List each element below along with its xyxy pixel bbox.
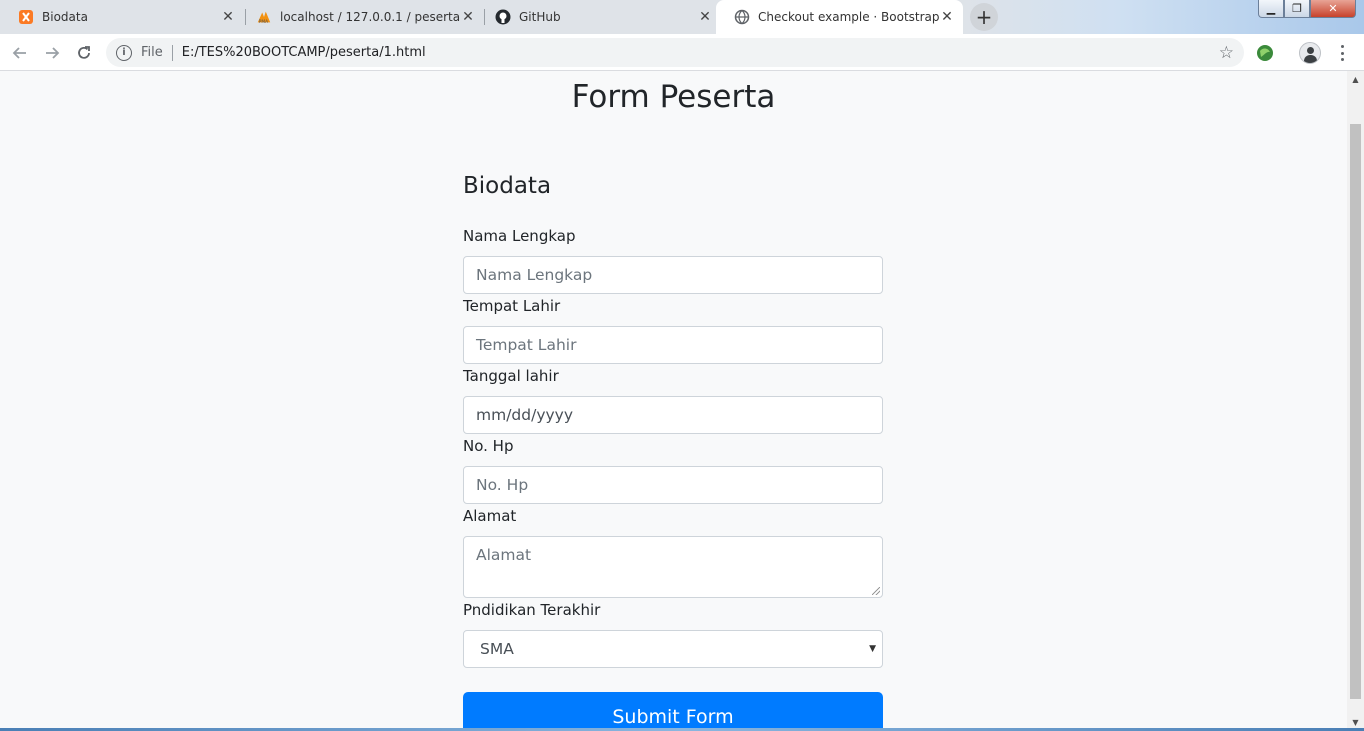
tanggal-date-input[interactable]: mm/dd/yyyy (463, 396, 883, 434)
hp-input[interactable]: No. Hp (463, 466, 883, 504)
page-viewport: Form Peserta Biodata Nama Lengkap Nama L… (0, 71, 1347, 731)
info-icon[interactable]: i (116, 44, 132, 61)
hp-label: No. Hp (463, 437, 514, 455)
tanggal-label: Tanggal lahir (463, 367, 559, 385)
pendidikan-selected: SMA (480, 640, 514, 658)
window-close-icon[interactable]: ✕ (1310, 0, 1356, 18)
tab-strip: Biodata ✕ PMA localhost / 127.0.0.1 / pe… (0, 0, 1364, 34)
menu-dots-icon[interactable] (1334, 43, 1350, 63)
pendidikan-select[interactable]: SMA ▼ (463, 630, 883, 668)
pendidikan-label: Pndidikan Terakhir (463, 601, 601, 619)
page-title: Form Peserta (571, 79, 776, 115)
alamat-placeholder: Alamat (476, 546, 532, 564)
scrollbar-thumb[interactable] (1350, 124, 1361, 699)
alamat-label: Alamat (463, 507, 517, 525)
bookmark-star-icon[interactable]: ☆ (1219, 43, 1234, 63)
globe-icon (734, 9, 750, 25)
window-controls: ▁ ❐ ✕ (1258, 0, 1356, 20)
github-icon (495, 9, 511, 25)
omnibox-separator (171, 44, 173, 61)
alamat-textarea[interactable]: Alamat (463, 536, 883, 598)
tab-title: Checkout example · Bootstrap (758, 10, 939, 24)
close-icon[interactable]: ✕ (220, 9, 236, 25)
nama-input[interactable]: Nama Lengkap (463, 256, 883, 294)
tempat-placeholder: Tempat Lahir (476, 336, 577, 354)
resize-handle-icon[interactable] (872, 587, 880, 595)
tab-title: GitHub (519, 10, 561, 24)
xampp-icon (18, 9, 34, 25)
url-text[interactable]: E:/TES%20BOOTCAMP/peserta/1.html (182, 45, 1219, 60)
hp-placeholder: No. Hp (476, 476, 529, 494)
submit-button[interactable]: Submit Form (463, 692, 883, 731)
close-icon[interactable]: ✕ (939, 9, 955, 25)
tab-title: Biodata (42, 10, 88, 24)
tab-phpmyadmin[interactable]: PMA localhost / 127.0.0.1 / peserta / b … (238, 0, 484, 34)
close-icon[interactable]: ✕ (697, 9, 713, 25)
forward-icon[interactable] (40, 41, 64, 65)
browser-toolbar: i File E:/TES%20BOOTCAMP/peserta/1.html … (0, 34, 1364, 71)
reload-icon[interactable] (72, 41, 96, 65)
tab-github[interactable]: GitHub ✕ (477, 0, 721, 34)
extension-icon[interactable] (1255, 43, 1275, 63)
tempat-input[interactable]: Tempat Lahir (463, 326, 883, 364)
restore-icon[interactable]: ❐ (1284, 0, 1310, 18)
section-title: Biodata (463, 173, 552, 199)
tab-title: localhost / 127.0.0.1 / peserta / b (280, 10, 460, 24)
minimize-icon[interactable]: ▁ (1258, 0, 1284, 18)
new-tab-button[interactable]: + (970, 3, 998, 31)
scroll-up-icon[interactable]: ▲ (1347, 71, 1364, 88)
dropdown-caret-icon: ▼ (869, 644, 876, 654)
svg-text:PMA: PMA (259, 19, 269, 25)
profile-avatar-icon[interactable] (1299, 42, 1321, 64)
tab-biodata[interactable]: Biodata ✕ (0, 0, 244, 34)
tempat-label: Tempat Lahir (463, 297, 561, 315)
nama-placeholder: Nama Lengkap (476, 266, 593, 284)
phpmyadmin-icon: PMA (256, 9, 272, 25)
tanggal-placeholder: mm/dd/yyyy (476, 406, 574, 424)
address-bar[interactable]: i File E:/TES%20BOOTCAMP/peserta/1.html … (106, 38, 1244, 67)
close-icon[interactable]: ✕ (460, 9, 476, 25)
nama-label: Nama Lengkap (463, 227, 576, 245)
vertical-scrollbar[interactable]: ▲ ▼ (1347, 71, 1364, 731)
tab-checkout[interactable]: Checkout example · Bootstrap ✕ (716, 0, 963, 34)
scheme-label: File (141, 45, 163, 60)
back-icon[interactable] (8, 41, 32, 65)
